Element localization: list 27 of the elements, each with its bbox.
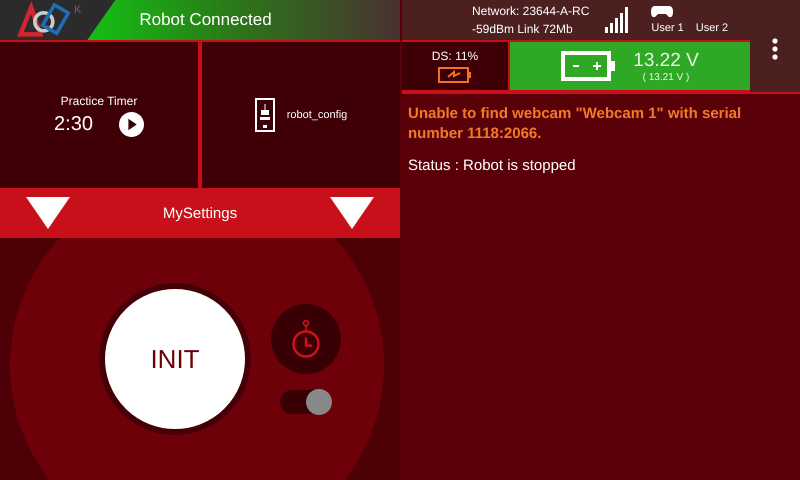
menu-icon[interactable]: [772, 38, 778, 60]
robot-voltage: 13.22 V: [633, 50, 699, 72]
min-voltage: ( 13.21 V ): [642, 72, 690, 82]
network-name: Network: 23644-A-RC: [472, 3, 590, 20]
stopwatch-icon: [291, 319, 321, 359]
dropdown-triangle-icon[interactable]: [330, 197, 374, 229]
opmode-name[interactable]: MySettings: [162, 204, 238, 222]
user-label: User 1: [651, 22, 684, 34]
timer-value: 2:30: [54, 112, 93, 136]
logo-icon: [14, 2, 70, 38]
battery-charging-icon: [438, 67, 472, 83]
gamepad-icon: [651, 6, 674, 18]
connection-status: Robot Connected: [139, 10, 272, 30]
play-icon[interactable]: [118, 112, 144, 136]
config-name: robot_config: [286, 109, 348, 121]
toggle-switch[interactable]: [280, 390, 332, 414]
config-panel[interactable]: robot_config: [202, 42, 400, 188]
log-message: Unable to find webcam "Webcam 1" with serial number 1118:2066.: [408, 104, 742, 144]
dropdown-triangle-icon[interactable]: [26, 197, 70, 229]
log-message: Status : Robot is stopped: [408, 156, 577, 176]
ds-battery-label: DS: 11%: [432, 49, 478, 63]
timer-label: Practice Timer: [60, 94, 138, 108]
battery-icon: [561, 51, 618, 81]
user-label: User 2: [696, 22, 728, 34]
phone-robot-icon: [254, 98, 275, 132]
faint-letter: K: [74, 4, 82, 16]
link-info: -59dBm Link 72Mb: [472, 21, 574, 38]
